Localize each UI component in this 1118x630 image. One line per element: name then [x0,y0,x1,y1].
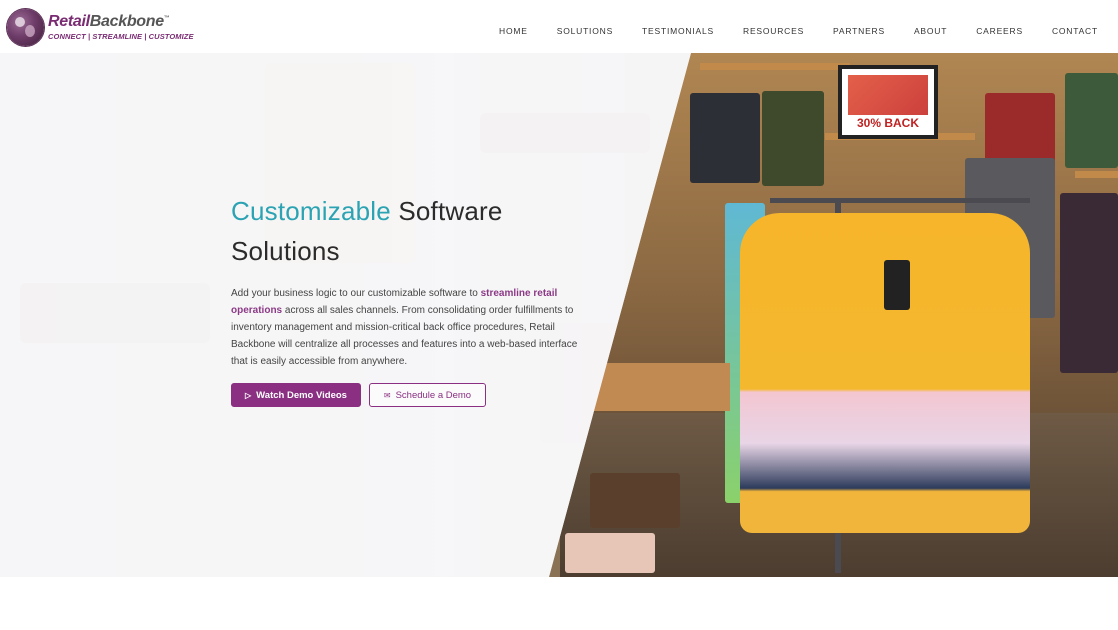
nav-solutions[interactable]: SOLUTIONS [557,26,613,36]
hanging-jacket [690,93,760,183]
folded-shirts [565,533,655,573]
hanging-jacket [762,91,824,186]
hero-section: 30% BACK Customizable Software Solutions… [0,53,1118,577]
headline-accent: Customizable [231,196,391,226]
logo-text: RetailBackbone™ CONNECT | STREAMLINE | C… [48,12,194,41]
desc-part1: Add your business logic to our customiza… [231,288,481,299]
nav-partners[interactable]: PARTNERS [833,26,885,36]
logo-icon [7,8,44,46]
hanging-jacket [985,93,1055,163]
schedule-demo-button[interactable]: ✉ Schedule a Demo [369,383,486,407]
watch-demo-videos-label: Watch Demo Videos [256,389,347,401]
bag [590,473,680,528]
desc-part2: across all sales channels. From consolid… [231,305,578,367]
below-hero-section [0,577,1118,630]
site-header: RetailBackbone™ CONNECT | STREAMLINE | C… [0,0,1118,53]
hero-headline: Customizable Software Solutions [231,191,591,271]
page: RetailBackbone™ CONNECT | STREAMLINE | C… [0,0,1118,630]
nav-resources[interactable]: RESOURCES [743,26,804,36]
nav-about[interactable]: ABOUT [914,26,947,36]
display-table [590,363,730,411]
hero-description: Add your business logic to our customiza… [231,285,587,370]
logo-name-part1: Retail [48,12,90,30]
nav-contact[interactable]: CONTACT [1052,26,1098,36]
hanging-jacket [1065,73,1118,168]
hero-buttons: ▷ Watch Demo Videos ✉ Schedule a Demo [231,383,486,407]
nav-home[interactable]: HOME [499,26,528,36]
schedule-demo-label: Schedule a Demo [395,389,472,401]
sale-sign-text: 30% BACK [846,115,930,131]
main-nav: HOME SOLUTIONS TESTIMONIALS RESOURCES PA… [470,0,1098,62]
watch-demo-videos-button[interactable]: ▷ Watch Demo Videos [231,383,361,407]
nav-careers[interactable]: CAREERS [976,26,1023,36]
wall-shelf [700,63,850,70]
hanging-apparel [1060,193,1118,373]
logo-name: RetailBackbone™ [48,12,194,30]
brand-logo[interactable]: RetailBackbone™ CONNECT | STREAMLINE | C… [7,8,194,46]
trademark: ™ [163,15,170,22]
nav-testimonials[interactable]: TESTIMONIALS [642,26,714,36]
clothing-rack [770,198,1030,203]
hero-content: Customizable Software Solutions Add your… [231,191,591,380]
mail-icon: ✉ [383,390,391,400]
logo-tagline: CONNECT | STREAMLINE | CUSTOMIZE [48,31,194,41]
play-icon: ▷ [245,390,252,400]
sale-sign: 30% BACK [838,65,938,139]
logo-name-part2: Backbone [89,12,164,30]
wall-shelf [1075,171,1118,178]
hang-tag [884,260,910,310]
